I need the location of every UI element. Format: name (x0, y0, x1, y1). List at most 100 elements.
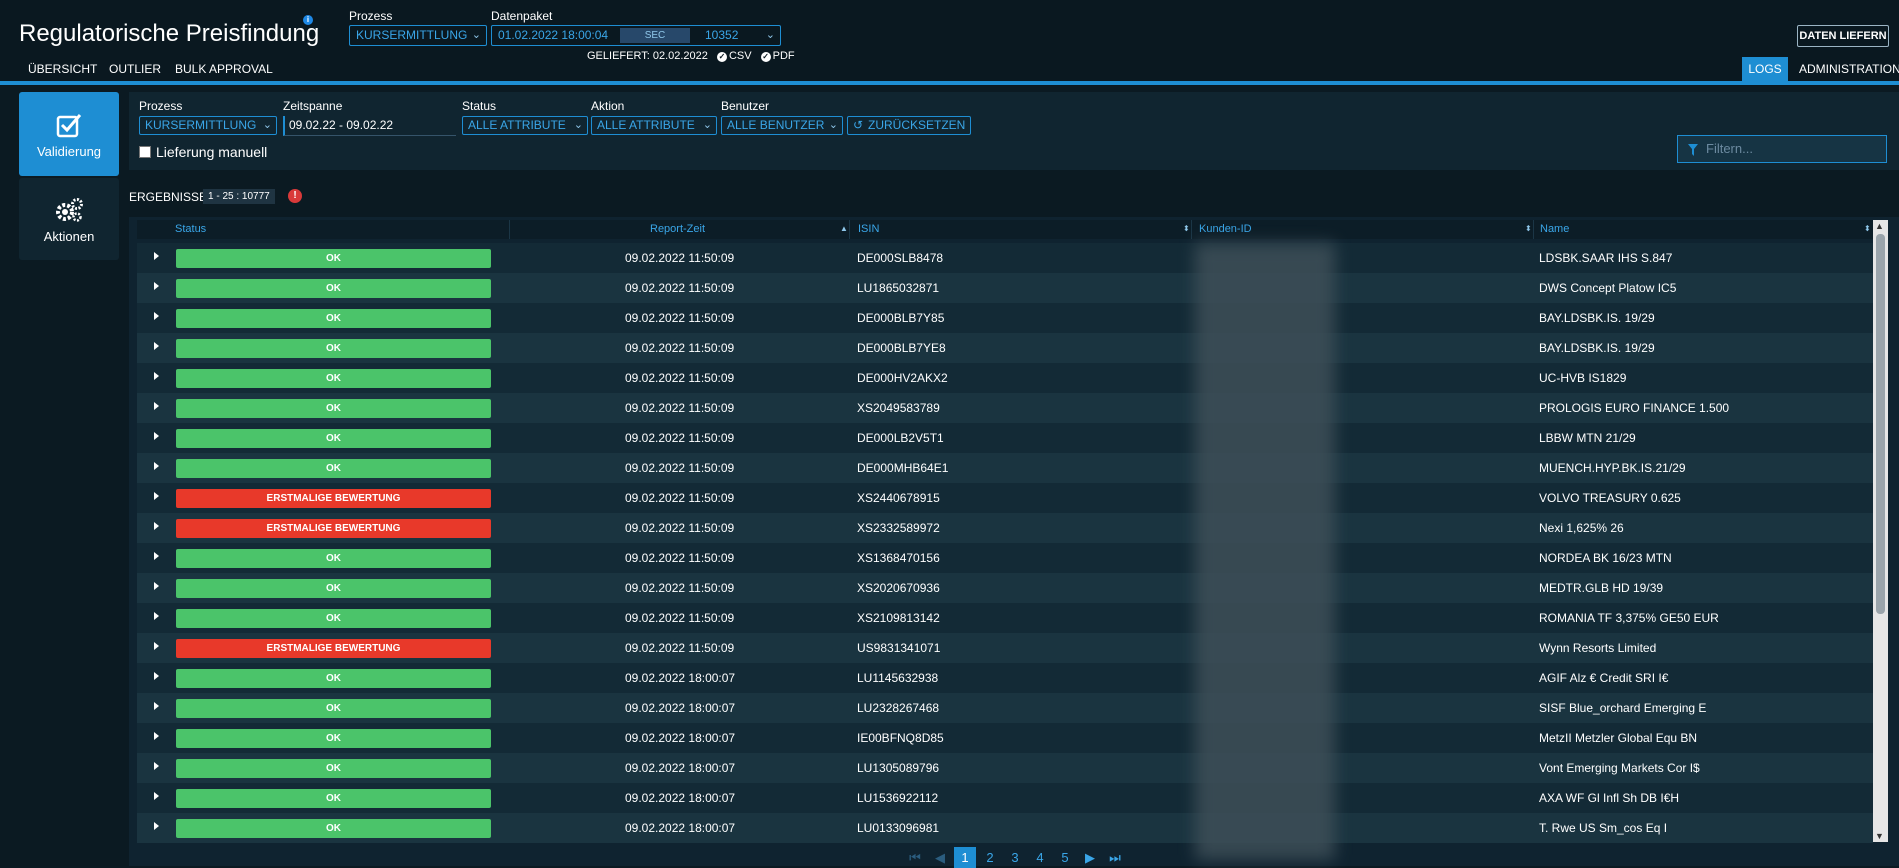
chevron-down-icon: ⌄ (828, 119, 838, 131)
nav-bulk-approval[interactable]: BULK APPROVAL (175, 62, 273, 76)
isin-cell: LU1145632938 (857, 671, 939, 685)
expand-row-icon[interactable] (154, 462, 159, 470)
funnel-icon (1688, 144, 1698, 156)
expand-row-icon[interactable] (154, 522, 159, 530)
report-zeit-cell: 09.02.2022 11:50:09 (625, 491, 735, 505)
table-row[interactable]: OK 09.02.2022 18:00:07 IE00BFNQ8D85 MetzII … (137, 723, 1873, 753)
table-row[interactable]: OK 09.02.2022 11:50:09 DE000SLB8478 LDSBK.S… (137, 243, 1873, 273)
scroll-up-icon[interactable]: ▲ (1875, 221, 1884, 231)
nav-logs[interactable]: LOGS (1742, 57, 1788, 81)
expand-row-icon[interactable] (154, 282, 159, 290)
expand-row-icon[interactable] (154, 342, 159, 350)
page-3[interactable]: 3 (1004, 847, 1026, 868)
nav-uebersicht[interactable]: ÜBERSICHT (28, 62, 97, 76)
sort-icon[interactable]: ⬍ (1525, 224, 1532, 233)
nav-outlier[interactable]: OUTLIER (109, 62, 161, 76)
table-row[interactable]: OK 09.02.2022 18:00:07 LU1145632938 AGIF Al… (137, 663, 1873, 693)
table-row[interactable]: OK 09.02.2022 11:50:09 XS2049583789 PROLOGI… (137, 393, 1873, 423)
expand-row-icon[interactable] (154, 432, 159, 440)
error-icon[interactable]: ! (288, 189, 302, 203)
sort-icon[interactable]: ⬍ (1183, 224, 1190, 233)
prev-page-icon[interactable]: ◀ (929, 847, 951, 868)
expand-row-icon[interactable] (154, 582, 159, 590)
table-scrollbar[interactable]: ▲ ▼ (1873, 220, 1888, 842)
expand-row-icon[interactable] (154, 762, 159, 770)
table-row[interactable]: OK 09.02.2022 18:00:07 LU0133096981 T. Rwe … (137, 813, 1873, 843)
next-page-icon[interactable]: ▶ (1079, 847, 1101, 868)
csv-link[interactable]: CSV (729, 50, 752, 62)
page-5[interactable]: 5 (1054, 847, 1076, 868)
pdf-link[interactable]: PDF (773, 50, 795, 62)
lieferung-manuell-checkbox[interactable]: Lieferung manuell (139, 144, 267, 160)
column-kunden-id[interactable]: Kunden-ID (1199, 223, 1252, 235)
nav-administration[interactable]: ADMINISTRATION (1799, 62, 1899, 76)
filter-benutzer-select[interactable]: ALLE BENUTZER ⌄ (721, 116, 843, 135)
table-row[interactable]: OK 09.02.2022 11:50:09 DE000BLB7YE8 BAY.LDS… (137, 333, 1873, 363)
info-icon[interactable]: i (303, 15, 313, 25)
daten-liefern-button[interactable]: DATEN LIEFERN (1797, 25, 1889, 47)
column-divider (849, 220, 850, 239)
zeitspanne-input[interactable]: 09.02.22 - 09.02.22 (283, 116, 456, 136)
report-zeit-cell: 09.02.2022 11:50:09 (625, 251, 735, 265)
first-page-icon[interactable]: ⏮ (904, 847, 926, 868)
filter-search-input[interactable]: Filtern... (1677, 135, 1887, 163)
table-row[interactable]: OK 09.02.2022 11:50:09 DE000LB2V5T1 LBBW MT… (137, 423, 1873, 453)
table-row[interactable]: OK 09.02.2022 18:00:07 LU2328267468 SISF Bl… (137, 693, 1873, 723)
expand-row-icon[interactable] (154, 672, 159, 680)
report-zeit-cell: 09.02.2022 11:50:09 (625, 611, 735, 625)
column-status[interactable]: Status (175, 223, 206, 235)
page-4[interactable]: 4 (1029, 847, 1051, 868)
filter-prozess-select[interactable]: KURSERMITTLUNG ⌄ (139, 116, 277, 135)
expand-row-icon[interactable] (154, 312, 159, 320)
page-1[interactable]: 1 (954, 847, 976, 868)
expand-row-icon[interactable] (154, 612, 159, 620)
column-isin[interactable]: ISIN (858, 223, 879, 235)
scroll-down-icon[interactable]: ▼ (1875, 831, 1884, 841)
filter-status-select[interactable]: ALLE ATTRIBUTE ⌄ (462, 116, 588, 135)
results-title: ERGEBNISSE (129, 190, 208, 204)
app-header: Regulatorische Preisfindung i Prozess KU… (0, 0, 1899, 86)
prozess-select[interactable]: KURSERMITTLUNG ⌄ (349, 25, 487, 46)
expand-row-icon[interactable] (154, 552, 159, 560)
table-row[interactable]: OK 09.02.2022 11:50:09 XS2109813142 ROMANIA… (137, 603, 1873, 633)
column-divider (509, 220, 510, 239)
table-row[interactable]: ERSTMALIGE BEWERTUNG 09.02.2022 11:50:09 X… (137, 513, 1873, 543)
table-row[interactable]: ERSTMALIGE BEWERTUNG 09.02.2022 11:50:09 U… (137, 633, 1873, 663)
sidebar-item-validierung[interactable]: Validierung (19, 92, 119, 176)
table-row[interactable]: OK 09.02.2022 18:00:07 LU1536922112 AXA WF … (137, 783, 1873, 813)
table-row[interactable]: OK 09.02.2022 11:50:09 XS2020670936 MEDTR.G… (137, 573, 1873, 603)
isin-cell: DE000HV2AKX2 (857, 371, 948, 385)
reset-button[interactable]: ↺ ZURÜCKSETZEN (847, 116, 971, 135)
page-2[interactable]: 2 (979, 847, 1001, 868)
expand-row-icon[interactable] (154, 792, 159, 800)
expand-row-icon[interactable] (154, 822, 159, 830)
column-report-zeit[interactable]: Report-Zeit (650, 223, 705, 235)
last-page-icon[interactable]: ⏭ (1104, 847, 1126, 868)
sort-icon[interactable]: ⬍ (1864, 224, 1871, 233)
table-row[interactable]: OK 09.02.2022 11:50:09 DE000MHB64E1 MUENCH.… (137, 453, 1873, 483)
chevron-down-icon: ⌄ (573, 119, 583, 131)
expand-row-icon[interactable] (154, 402, 159, 410)
status-badge: OK (176, 279, 491, 298)
table-row[interactable]: OK 09.02.2022 11:50:09 XS1368470156 NORDEA … (137, 543, 1873, 573)
expand-row-icon[interactable] (154, 642, 159, 650)
isin-cell: XS2020670936 (857, 581, 940, 595)
datenpaket-value: 01.02.2022 18:00:04 (498, 28, 609, 42)
column-name[interactable]: Name (1540, 223, 1569, 235)
header-divider (0, 81, 1899, 85)
expand-row-icon[interactable] (154, 252, 159, 260)
name-cell: NORDEA BK 16/23 MTN (1539, 551, 1672, 565)
expand-row-icon[interactable] (154, 732, 159, 740)
table-row[interactable]: OK 09.02.2022 11:50:09 LU1865032871 DWS Con… (137, 273, 1873, 303)
scrollbar-thumb[interactable] (1876, 234, 1885, 614)
expand-row-icon[interactable] (154, 492, 159, 500)
table-row[interactable]: OK 09.02.2022 11:50:09 DE000BLB7Y85 BAY.LDS… (137, 303, 1873, 333)
expand-row-icon[interactable] (154, 702, 159, 710)
sort-asc-icon[interactable]: ▲ (840, 224, 848, 233)
filter-aktion-select[interactable]: ALLE ATTRIBUTE ⌄ (591, 116, 717, 135)
sidebar-item-aktionen[interactable]: Aktionen (19, 178, 119, 260)
table-row[interactable]: ERSTMALIGE BEWERTUNG 09.02.2022 11:50:09 X… (137, 483, 1873, 513)
table-row[interactable]: OK 09.02.2022 18:00:07 LU1305089796 Vont Em… (137, 753, 1873, 783)
expand-row-icon[interactable] (154, 372, 159, 380)
table-row[interactable]: OK 09.02.2022 11:50:09 DE000HV2AKX2 UC-HVB … (137, 363, 1873, 393)
